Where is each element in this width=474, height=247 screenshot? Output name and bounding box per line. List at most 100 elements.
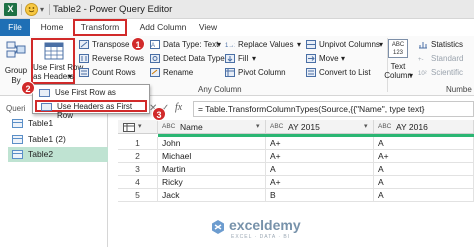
rename-button[interactable]: Rename [150, 67, 225, 79]
standard-dropdown[interactable]: +- Standard [418, 53, 474, 65]
cell-ay2015[interactable]: A+ [266, 150, 374, 163]
detect-data-type-icon [150, 54, 160, 63]
table-row[interactable]: 4 Ricky A+ A [118, 176, 474, 189]
step-badge-2: 2 [21, 81, 35, 95]
fill-chevron-down-icon: ▾ [252, 54, 257, 63]
menu-item-use-first-row-as-headers[interactable]: Use First Row as Headers [35, 87, 147, 109]
table-row[interactable]: 5 Jack B A [118, 189, 474, 202]
cell-ay2016[interactable]: A [374, 163, 474, 176]
table-select-corner[interactable]: ▾ [118, 120, 158, 134]
tab-view[interactable]: View [197, 19, 219, 36]
fx-icon[interactable]: fx [175, 102, 182, 113]
cell-name[interactable]: Ricky [158, 176, 266, 189]
cell-ay2015[interactable]: A [266, 163, 374, 176]
any-column-group-label: Any Column [198, 85, 242, 94]
formula-input[interactable]: = Table.TransformColumnTypes(Source,{{"N… [193, 101, 474, 117]
table-icon [39, 89, 50, 97]
reverse-rows-button[interactable]: Reverse Rows [79, 53, 144, 65]
rename-label: Rename [163, 68, 194, 77]
cell-ay2015[interactable]: A+ [266, 176, 374, 189]
table-menu-chevron-down-icon: ▾ [138, 123, 142, 130]
table-menu-icon [123, 123, 135, 132]
text-type-icon[interactable]: ABC [162, 120, 175, 134]
use-first-row-menu: Use First Row as Headers Use Headers as … [32, 84, 150, 120]
move-dropdown[interactable]: Move ▾ [306, 53, 351, 65]
scientific-dropdown[interactable]: 10² Scientific [418, 67, 474, 79]
standard-icon: +- [418, 57, 424, 63]
cell-ay2016[interactable]: A [374, 137, 474, 150]
text-column-button[interactable]: ABC 123 Text Column ▾ [380, 38, 416, 84]
tab-add-column[interactable]: Add Column [132, 19, 194, 36]
table-icon [12, 135, 23, 144]
text-column-label-1: Text [390, 62, 406, 71]
fill-dropdown[interactable]: Fill ▾ [225, 53, 265, 65]
table-row[interactable]: 1 John A+ A [118, 137, 474, 150]
column-header-ay2016[interactable]: ABC AY 2016 [374, 120, 474, 134]
tab-transform[interactable]: Transform [73, 19, 127, 36]
cell-ay2015[interactable]: A+ [266, 137, 374, 150]
column-header-label: Name [180, 122, 203, 132]
use-first-row-dropdown-icon[interactable]: ▾ [68, 72, 72, 81]
text-type-icon[interactable]: ABC [378, 120, 391, 134]
tab-home[interactable]: Home [36, 19, 68, 36]
pivot-column-icon [225, 68, 235, 77]
column-header-label: AY 2016 [396, 122, 428, 132]
column-filter-chevron-down-icon[interactable]: ▾ [364, 120, 368, 134]
smiley-feedback-icon[interactable] [25, 3, 38, 16]
text-column-chevron-down-icon: ▾ [409, 71, 414, 80]
cell-name[interactable]: John [158, 137, 266, 150]
row-number: 1 [118, 137, 158, 150]
svg-text:1→2: 1→2 [225, 43, 235, 49]
menu-item-use-headers-as-first-row[interactable]: Use Headers as First Row [35, 100, 147, 120]
pivot-column-button[interactable]: Pivot Column [225, 67, 303, 79]
watermark-tagline: EXCEL · DATA · BI [231, 234, 291, 240]
detect-data-type-button[interactable]: Detect Data Type [150, 53, 225, 65]
cell-ay2016[interactable]: A [374, 176, 474, 189]
count-rows-icon [79, 68, 89, 77]
ribbon-tabs: File Home Transform Add Column View [0, 19, 474, 36]
unpivot-columns-label: Unpivot Columns [319, 40, 380, 49]
watermark: exceldemy EXCEL · DATA · BI [210, 216, 360, 244]
use-first-row-label-2: as Headers [33, 72, 74, 81]
column-filter-chevron-down-icon[interactable]: ▾ [256, 120, 260, 134]
title-separator [21, 4, 22, 15]
tab-file[interactable]: File [0, 19, 30, 36]
step-badge-1: 1 [131, 37, 145, 51]
svg-text:10²: 10² [418, 71, 427, 77]
detect-data-type-label: Detect Data Type [163, 54, 225, 63]
move-icon [306, 54, 316, 63]
cell-ay2016[interactable]: A [374, 189, 474, 202]
convert-to-list-label: Convert to List [319, 68, 371, 77]
query-item-table2[interactable]: Table2 [8, 147, 108, 162]
replace-values-label: Replace Values [238, 40, 294, 49]
query-item-label: Table2 [28, 149, 54, 159]
statistics-dropdown[interactable]: Statistics [418, 39, 474, 51]
unpivot-columns-icon [306, 40, 316, 49]
rename-icon [150, 68, 160, 77]
row-number: 4 [118, 176, 158, 189]
table-icon [12, 150, 23, 159]
convert-to-list-button[interactable]: Convert to List [306, 67, 386, 79]
cell-ay2016[interactable]: A+ [374, 150, 474, 163]
cell-name[interactable]: Jack [158, 189, 266, 202]
table-row[interactable]: 3 Martin A A [118, 163, 474, 176]
count-rows-button[interactable]: Count Rows [79, 67, 141, 79]
query-item-table1-2[interactable]: Table1 (2) [8, 132, 106, 147]
move-chevron-down-icon: ▾ [341, 54, 346, 63]
data-type-dropdown[interactable]: A Data Type: Text ▾ [150, 39, 225, 51]
column-header-ay2015[interactable]: ABC AY 2015 ▾ [266, 120, 374, 134]
group-by-label-1: Group [4, 66, 28, 75]
cell-name[interactable]: Martin [158, 163, 266, 176]
text-type-icon[interactable]: ABC [270, 120, 283, 134]
row-number: 3 [118, 163, 158, 176]
text-column-icon-line-2: 123 [392, 50, 403, 56]
unpivot-columns-dropdown[interactable]: Unpivot Columns ▾ [306, 39, 386, 51]
text-column-icon-line-1: ABC [391, 42, 405, 48]
cell-name[interactable]: Michael [158, 150, 266, 163]
table-row[interactable]: 2 Michael A+ A+ [118, 150, 474, 163]
quick-access-dropdown-icon[interactable]: ▾ [40, 5, 44, 14]
cell-ay2015[interactable]: B [266, 189, 374, 202]
use-first-row-button[interactable]: Use First Row as Headers ▾ [31, 38, 83, 84]
column-header-name[interactable]: ABC Name ▾ [158, 120, 266, 134]
replace-values-dropdown[interactable]: 1→2 Replace Values ▾ [225, 39, 303, 51]
